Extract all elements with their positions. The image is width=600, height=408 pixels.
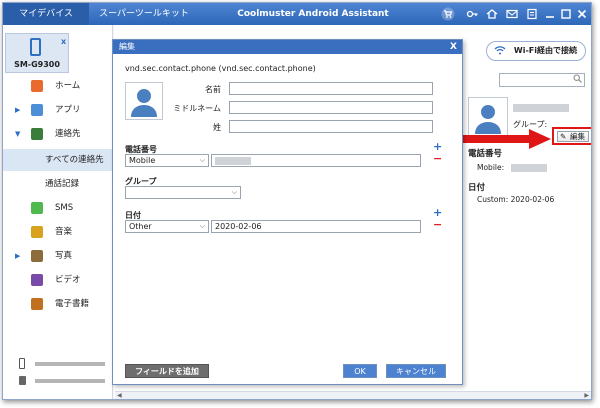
device-close-button[interactable]: x [61, 37, 66, 46]
edit-contact-button-highlight[interactable]: ✎ 編集 [552, 127, 591, 145]
pencil-icon: ✎ [560, 132, 567, 141]
sms-icon [31, 202, 43, 214]
sidebar-item-label: SMS [55, 203, 74, 213]
home-icon [31, 80, 43, 92]
dialog-close-button[interactable]: X [450, 40, 457, 54]
tab-super-toolkit[interactable]: スーパーツールキット [89, 3, 199, 25]
app-title: Coolmuster Android Assistant [237, 9, 389, 19]
sidebar-item-home[interactable]: ホーム [3, 75, 113, 97]
sd-storage-bar [35, 379, 105, 383]
photo-icon [31, 250, 43, 262]
expand-arrow-icon[interactable]: ▶ [15, 99, 20, 121]
last-name-label: 姓 [213, 123, 221, 132]
contacts-icon [31, 128, 43, 140]
phone-type-select[interactable]: Mobile ⌵ [125, 154, 209, 167]
date-type-select[interactable]: Other ⌵ [125, 220, 209, 233]
phone-number-field[interactable] [211, 154, 421, 167]
edit-contact-button[interactable]: ✎ 編集 [557, 131, 589, 142]
sidebar-item-music[interactable]: 音楽 [3, 221, 113, 243]
first-name-label: 名前 [205, 85, 221, 94]
expand-arrow-icon[interactable]: ▶ [15, 245, 20, 267]
phone-icon [30, 38, 41, 56]
sidebar-item-photos[interactable]: ▶ 写真 [3, 245, 113, 267]
app-window: マイデバイス スーパーツールキット Coolmuster Android Ass… [2, 2, 592, 400]
last-name-field[interactable] [229, 120, 433, 133]
sidebar-item-label: 連絡先 [55, 129, 81, 139]
sidebar-item-label: 電子書籍 [55, 299, 90, 309]
apps-icon [31, 104, 43, 116]
sidebar-item-label: ビデオ [55, 275, 81, 285]
remove-date-button[interactable]: − [433, 218, 442, 231]
date-heading: 日付 [468, 183, 486, 193]
sidebar: SM-G9300 x ホーム ▶ アプリ ▼ 連絡先 すべての連絡先 通話記録 … [3, 25, 113, 399]
tab-my-device[interactable]: マイデバイス [3, 3, 89, 25]
cart-icon[interactable] [441, 7, 455, 21]
close-icon[interactable] [575, 7, 589, 21]
home-icon[interactable] [485, 7, 499, 21]
music-icon [31, 226, 43, 238]
mail-icon[interactable] [505, 7, 519, 21]
menu-icon[interactable] [525, 7, 539, 21]
group-select[interactable]: ⌵ [125, 186, 241, 199]
sidebar-item-all-contacts[interactable]: すべての連絡先 [3, 149, 113, 171]
sd-card-icon [19, 376, 26, 385]
middle-name-field[interactable] [229, 101, 433, 114]
phone-storage-icon [19, 358, 25, 369]
contact-name-redacted [513, 103, 569, 113]
connect-via-wifi-button[interactable]: Wi-Fi経由で接続 [486, 41, 586, 61]
sidebar-item-call-logs[interactable]: 通話記録 [3, 173, 113, 195]
minimize-icon[interactable] [543, 7, 557, 21]
edit-contact-dialog: 編集 X vnd.sec.contact.phone (vnd.sec.cont… [112, 39, 463, 385]
mobile-label: Mobile: [477, 163, 505, 172]
sidebar-item-apps[interactable]: ▶ アプリ [3, 99, 113, 121]
add-field-button[interactable]: フィールドを追加 [125, 364, 209, 378]
sidebar-item-video[interactable]: ビデオ [3, 269, 113, 291]
maximize-icon[interactable] [559, 7, 573, 21]
ebook-icon [31, 298, 43, 310]
device-name: SM-G9300 [14, 60, 60, 69]
dialog-title: 編集 [113, 40, 462, 54]
title-bar: マイデバイス スーパーツールキット Coolmuster Android Ass… [3, 3, 591, 25]
middle-name-label: ミドルネーム [173, 104, 221, 113]
arrow-pointer-icon [455, 129, 551, 149]
sidebar-item-label: 音楽 [55, 227, 73, 237]
date-type-value: Other [129, 222, 152, 231]
chevron-down-icon: ⌵ [231, 188, 237, 196]
edit-button-label: 編集 [570, 132, 585, 141]
sidebar-item-sms[interactable]: SMS [3, 197, 113, 219]
custom-date: Custom: 2020-02-06 [477, 195, 555, 204]
sidebar-item-label: 通話記録 [45, 179, 80, 189]
sidebar-item-label: アプリ [55, 105, 81, 115]
video-icon [31, 274, 43, 286]
ok-button[interactable]: OK [343, 364, 377, 378]
search-input[interactable] [499, 73, 585, 87]
contact-type: vnd.sec.contact.phone (vnd.sec.contact.p… [125, 64, 316, 73]
first-name-field[interactable] [229, 82, 433, 95]
cancel-button[interactable]: キャンセル [386, 364, 446, 378]
chevron-down-icon: ⌵ [199, 156, 205, 164]
mobile-number: Mobile: [477, 163, 547, 172]
sidebar-item-label: ホーム [55, 81, 81, 91]
date-field[interactable]: 2020-02-06 [211, 220, 421, 233]
remove-phone-button[interactable]: − [433, 152, 442, 165]
scroll-right-icon[interactable]: ▶ [584, 392, 589, 399]
key-icon[interactable] [465, 7, 479, 21]
chevron-down-icon: ⌵ [199, 222, 205, 230]
search-icon[interactable] [573, 74, 582, 86]
collapse-arrow-icon[interactable]: ▼ [15, 123, 20, 145]
wifi-button-label: Wi-Fi経由で接続 [513, 46, 577, 55]
phone-storage-bar [35, 362, 105, 366]
scroll-left-icon[interactable]: ◀ [117, 392, 122, 399]
sidebar-item-ebooks[interactable]: 電子書籍 [3, 293, 113, 315]
sidebar-item-label: 写真 [55, 251, 73, 261]
phone-type-value: Mobile [129, 156, 156, 165]
sidebar-item-label: すべての連絡先 [45, 155, 104, 165]
device-tab[interactable]: SM-G9300 [5, 33, 69, 73]
sidebar-item-contacts[interactable]: ▼ 連絡先 [3, 123, 113, 145]
wifi-icon [494, 44, 506, 63]
phone-heading: 電話番号 [468, 149, 503, 159]
horizontal-scrollbar[interactable]: ◀ ▶ [115, 391, 591, 399]
